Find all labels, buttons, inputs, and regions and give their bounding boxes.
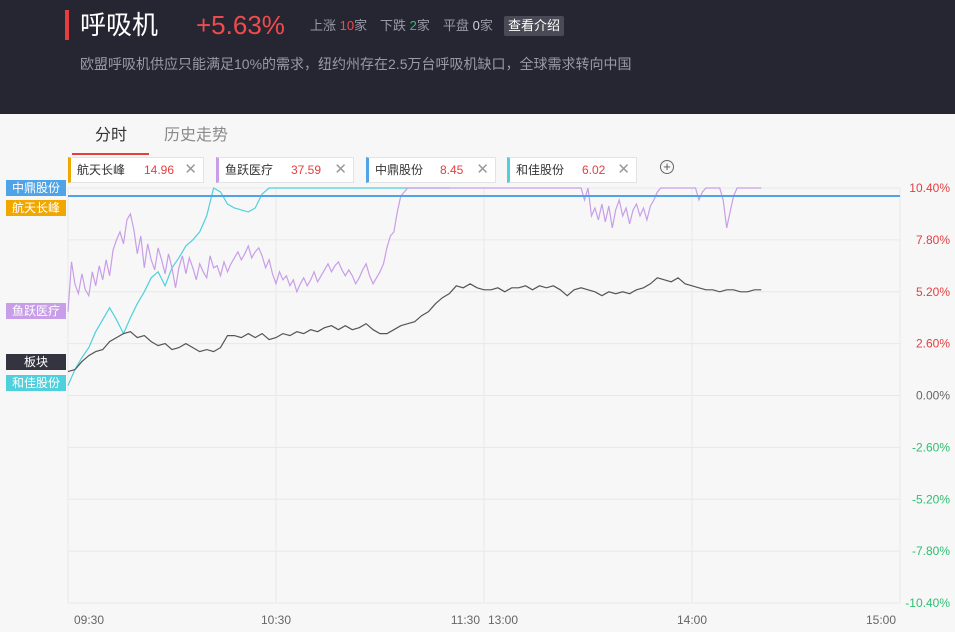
x-tick-label: 09:30 <box>74 613 104 627</box>
x-tick-label: 13:00 <box>488 613 518 627</box>
series-line <box>67 187 450 386</box>
x-tick-label: 15:00 <box>866 613 896 627</box>
y-tick-label: 10.40% <box>909 181 950 195</box>
x-tick-label: 10:30 <box>261 613 291 627</box>
intraday-chart: 10.40% 7.80% 5.20% 2.60% 0.00% -2.60% -5.20% -7… <box>6 180 950 627</box>
series-line <box>67 187 762 312</box>
series-label: 鱼跃医疗 <box>12 304 60 318</box>
y-tick-label: -2.60% <box>912 440 950 454</box>
x-tick-label: 14:00 <box>677 613 707 627</box>
y-tick-label: 7.80% <box>916 233 950 247</box>
y-tick-label: -7.80% <box>912 544 950 558</box>
y-tick-label: 5.20% <box>916 285 950 299</box>
y-tick-label: -5.20% <box>912 492 950 506</box>
series-label: 航天长峰 <box>12 200 60 215</box>
y-tick-label: -10.40% <box>905 596 950 610</box>
y-tick-label: 0.00% <box>916 389 950 403</box>
series-label: 板块 <box>24 355 48 369</box>
series-label: 和佳股份 <box>12 376 60 390</box>
series-label: 中鼎股份 <box>12 180 60 195</box>
y-tick-label: 2.60% <box>916 337 950 351</box>
x-tick-label: 11:30 <box>451 613 480 627</box>
